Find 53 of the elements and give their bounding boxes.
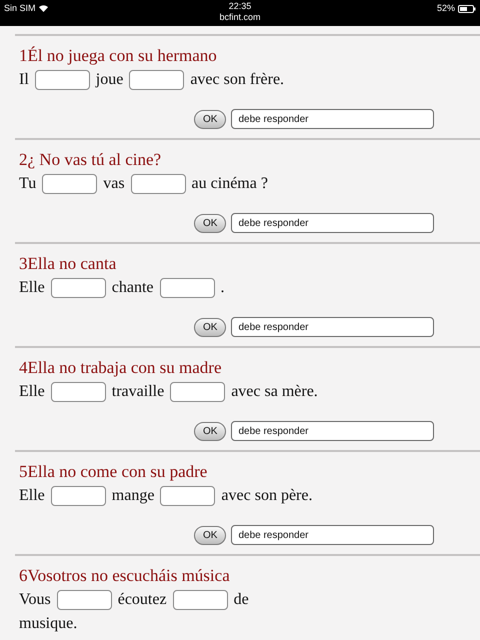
ok-button[interactable]: OK: [194, 214, 226, 232]
answer-field[interactable]: debe responder: [231, 421, 434, 441]
ok-button[interactable]: OK: [194, 318, 226, 336]
sentence-text: chante: [112, 278, 154, 298]
carrier-label: Sin SIM: [4, 2, 36, 15]
sentence-text: musique.: [19, 614, 78, 634]
sentence-text: Vous: [19, 590, 51, 610]
blank-field[interactable]: [160, 278, 215, 298]
sentence-text: avec son père.: [221, 486, 312, 506]
sentence-text: mange: [112, 486, 154, 506]
exercise-title: 5Ella no come con su padre: [19, 461, 208, 483]
sentence-text: Il: [19, 70, 29, 90]
exercise-title: 2¿ No vas tú al cine?: [19, 149, 162, 171]
blank-field[interactable]: [56, 590, 112, 610]
battery-icon: [458, 4, 476, 13]
answer-field[interactable]: debe responder: [231, 525, 434, 545]
battery-label: 52%: [436, 2, 455, 15]
blank-field[interactable]: [129, 70, 184, 90]
sentence-text: au cinéma ?: [192, 174, 268, 194]
blank-field[interactable]: [34, 70, 90, 90]
answer-field[interactable]: debe responder: [231, 213, 434, 233]
blank-field[interactable]: [130, 174, 186, 194]
blank-field[interactable]: [172, 590, 228, 610]
url-label: bcfint.com: [219, 12, 260, 22]
blank-field[interactable]: [50, 278, 106, 298]
ok-button[interactable]: OK: [194, 526, 226, 544]
exercise-title: 4Ella no trabaja con su madre: [19, 357, 223, 379]
ok-button[interactable]: OK: [194, 110, 226, 128]
exercise-title: 1Él no juega con su hermano: [19, 45, 218, 67]
sentence-text: avec sa mère.: [231, 382, 318, 402]
sentence-text: joue: [96, 70, 124, 90]
blank-field[interactable]: [50, 382, 106, 402]
sentence-text: vas: [103, 174, 125, 194]
ok-button[interactable]: OK: [194, 422, 226, 440]
exercise-title: 6Vosotros no escucháis música: [19, 565, 231, 587]
sentence-text: avec son frère.: [190, 70, 284, 90]
blank-field[interactable]: [170, 382, 226, 402]
answer-field[interactable]: debe responder: [231, 109, 434, 129]
sentence-text: Elle: [19, 278, 45, 298]
blank-field[interactable]: [42, 174, 98, 194]
sentence-text: travaille: [112, 382, 164, 402]
sentence-text: Elle: [19, 486, 45, 506]
clock: 22:35: [228, 1, 252, 11]
blank-field[interactable]: [50, 486, 106, 506]
sentence-text: de: [234, 590, 249, 610]
sentence-text: écoutez: [118, 590, 167, 610]
exercise-title: 3Ella no canta: [19, 253, 118, 275]
blank-field[interactable]: [160, 486, 216, 506]
answer-field[interactable]: debe responder: [231, 317, 434, 337]
sentence-text: Tu: [19, 174, 36, 194]
sentence-text: Elle: [19, 382, 45, 402]
wifi-icon: [38, 5, 48, 12]
sentence-text: .: [220, 278, 225, 298]
